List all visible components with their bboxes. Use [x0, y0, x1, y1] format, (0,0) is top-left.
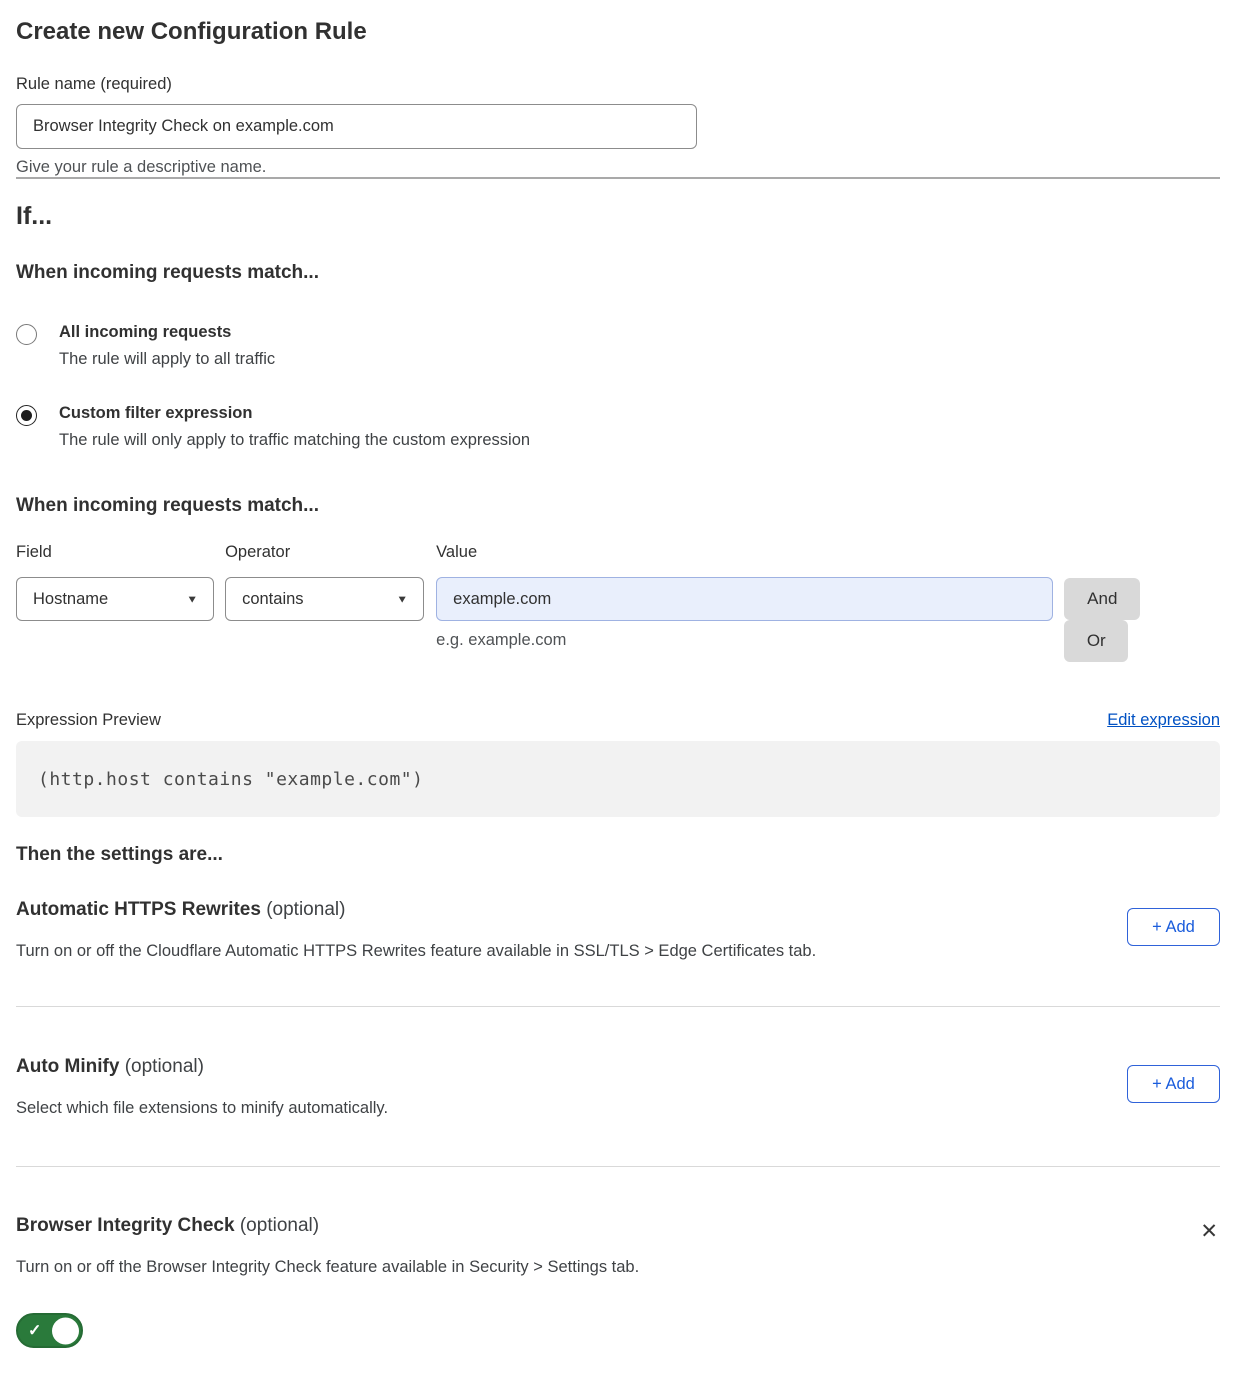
field-select[interactable]: Hostname ▼	[16, 577, 214, 621]
setting-optional-tag: (optional)	[240, 1215, 319, 1236]
add-auto-minify-button[interactable]: + Add	[1127, 1065, 1220, 1103]
then-heading: Then the settings are...	[16, 844, 1220, 866]
setting-divider	[16, 1006, 1220, 1007]
setting-description: Turn on or off the Cloudflare Automatic …	[16, 942, 816, 961]
setting-divider	[16, 1166, 1220, 1167]
edit-expression-link[interactable]: Edit expression	[1107, 711, 1220, 730]
add-automatic-https-rewrites-button[interactable]: + Add	[1127, 908, 1220, 946]
setting-automatic-https-rewrites: Automatic HTTPS Rewrites (optional) Turn…	[16, 899, 1220, 1006]
chevron-down-icon: ▼	[186, 594, 198, 604]
setting-description: Select which file extensions to minify a…	[16, 1099, 388, 1118]
radio-option-custom-filter[interactable]: Custom filter expression The rule will o…	[16, 404, 1220, 450]
setting-auto-minify: Auto Minify (optional) Select which file…	[16, 1056, 1220, 1166]
expression-preview-box: (http.host contains "example.com")	[16, 741, 1220, 817]
expression-code: (http.host contains "example.com")	[38, 769, 423, 790]
value-label: Value	[436, 543, 1053, 562]
match-subheading: When incoming requests match...	[16, 262, 1220, 284]
rule-name-label: Rule name (required)	[16, 75, 1220, 94]
check-icon: ✓	[28, 1320, 41, 1340]
radio-all-requests[interactable]	[16, 324, 37, 345]
radio-option-all-requests[interactable]: All incoming requests The rule will appl…	[16, 323, 1220, 369]
builder-subheading: When incoming requests match...	[16, 495, 1220, 517]
page-title: Create new Configuration Rule	[16, 18, 1220, 46]
operator-select[interactable]: contains ▼	[225, 577, 424, 621]
operator-select-value: contains	[242, 590, 303, 609]
chevron-down-icon: ▼	[396, 594, 408, 604]
field-label: Field	[16, 543, 214, 562]
if-heading: If...	[16, 202, 1220, 231]
operator-label: Operator	[225, 543, 424, 562]
section-divider	[16, 177, 1220, 179]
radio-custom-filter-label: Custom filter expression	[59, 404, 530, 423]
setting-optional-tag: (optional)	[266, 899, 345, 920]
radio-custom-filter[interactable]	[16, 405, 37, 426]
radio-all-requests-description: The rule will apply to all traffic	[59, 350, 275, 369]
setting-browser-integrity-check: Browser Integrity Check (optional) Turn …	[16, 1215, 1220, 1369]
rule-name-helper: Give your rule a descriptive name.	[16, 158, 1220, 177]
radio-custom-filter-description: The rule will only apply to traffic matc…	[59, 431, 530, 450]
setting-title: Automatic HTTPS Rewrites	[16, 899, 261, 920]
radio-all-requests-label: All incoming requests	[59, 323, 275, 342]
create-configuration-rule-form: Create new Configuration Rule Rule name …	[0, 0, 1237, 1385]
expression-preview-header: Expression Preview Edit expression	[16, 711, 1220, 730]
field-select-value: Hostname	[33, 590, 108, 609]
setting-description: Turn on or off the Browser Integrity Che…	[16, 1258, 639, 1277]
setting-title: Auto Minify	[16, 1056, 119, 1077]
expression-builder-row: Field Hostname ▼ Operator contains ▼ Val…	[16, 543, 1220, 662]
setting-title: Browser Integrity Check	[16, 1215, 235, 1236]
rule-name-input[interactable]	[16, 104, 697, 149]
close-icon[interactable]: ✕	[1198, 1219, 1220, 1244]
expression-preview-label: Expression Preview	[16, 711, 161, 730]
value-input[interactable]	[436, 577, 1053, 621]
browser-integrity-check-toggle[interactable]: ✓	[16, 1313, 83, 1348]
setting-optional-tag: (optional)	[125, 1056, 204, 1077]
or-button[interactable]: Or	[1064, 620, 1128, 662]
value-helper: e.g. example.com	[436, 631, 1053, 650]
and-button[interactable]: And	[1064, 578, 1140, 620]
toggle-knob	[52, 1317, 79, 1344]
